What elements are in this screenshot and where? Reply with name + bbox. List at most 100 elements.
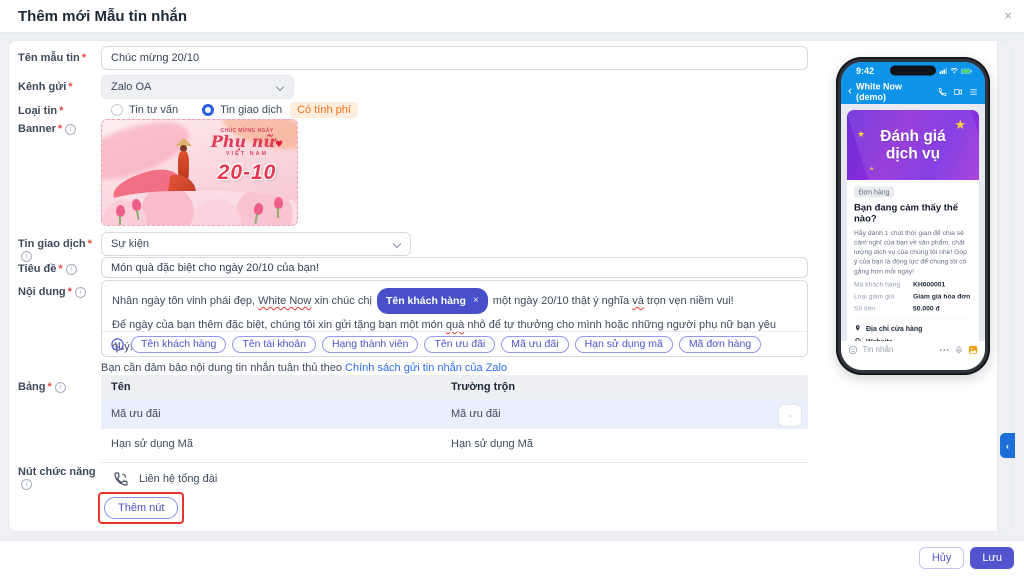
divider xyxy=(101,462,808,463)
remove-chip-icon[interactable]: × xyxy=(473,290,479,312)
content-editor[interactable]: Nhân ngày tôn vinh phái đẹp, White Now x… xyxy=(101,280,808,357)
info-icon xyxy=(65,124,77,135)
emoji-icon[interactable] xyxy=(110,337,125,352)
delete-row-button[interactable] xyxy=(778,404,802,427)
policy-note: Bạn cần đảm bảo nội dung tin nhắn tuân t… xyxy=(101,362,508,374)
merge-tag-chip[interactable]: Tên khách hàng × xyxy=(376,288,488,314)
info-icon xyxy=(54,382,66,393)
content-label: Nội dung * xyxy=(18,286,104,298)
banner-texts: CHÚC MỪNG NGÀY Phụ nữ♥ VIỆT NAM 20-10 xyxy=(210,128,284,184)
pin-icon xyxy=(855,325,860,331)
merge-field-offer-code[interactable]: Mã ưu đãi xyxy=(501,335,569,353)
merge-field-offer-name[interactable]: Tên ưu đãi xyxy=(424,335,496,353)
message-title: Bạn đang cảm thấy thế nào? xyxy=(854,202,958,225)
message-body: Hãy dành 1 chút thời gian để chia sẻ cảm… xyxy=(854,229,967,275)
subject-label: Tiêu đề * xyxy=(18,263,104,275)
chevron-down-icon xyxy=(275,82,285,92)
subject-input[interactable] xyxy=(101,257,808,278)
modal-header: Thêm mới Mẫu tin nhắn × xyxy=(0,0,1024,33)
merge-field-order-code[interactable]: Mã đơn hàng xyxy=(678,335,762,353)
phone-status-bar: 9:42 xyxy=(841,62,985,80)
radio-on-icon xyxy=(202,104,215,116)
channel-label: Kênh gửi * xyxy=(18,81,73,93)
info-icon xyxy=(74,287,86,298)
phone-chat-body: ★ ★ ★ Đánh giá dịch vụ Đơn hàng Bạn đang… xyxy=(841,104,985,370)
back-icon: ‹ xyxy=(848,84,852,98)
wifi-icon xyxy=(950,68,958,74)
banner-title-line1: Đánh giá xyxy=(880,127,946,145)
function-button-item[interactable]: Liên hệ tổng đài xyxy=(113,471,217,487)
template-name-input[interactable] xyxy=(101,46,808,70)
annotation-highlight: Thêm nút xyxy=(98,492,185,524)
add-button-button[interactable]: Thêm nút xyxy=(104,497,179,519)
link-store-address: Địa chỉ cửa hàng xyxy=(854,324,972,332)
phone-screen: 9:42 ‹ White Now (demo) ★ ★ ★ Đánh giá d… xyxy=(841,62,985,370)
banner-title-line2: dịch vụ xyxy=(885,144,941,162)
radio-off-icon xyxy=(111,104,123,116)
message-card: ★ ★ ★ Đánh giá dịch vụ Đơn hàng Bạn đang… xyxy=(847,110,979,367)
merge-field-code-expiry[interactable]: Hạn sử dụng mã xyxy=(574,335,673,353)
kv-row: Số tiền 50.000 đ xyxy=(854,304,940,312)
collapse-panel-button[interactable]: ‹ xyxy=(1000,433,1015,458)
banner-label: Banner * xyxy=(18,123,104,135)
star-icon: ★ xyxy=(954,117,966,132)
kv-row: Loại giảm giá Giảm giá hóa đơn xyxy=(854,292,971,300)
merge-field-member-tier[interactable]: Hạng thành viên xyxy=(321,335,419,353)
chevron-left-icon: ‹ xyxy=(1006,440,1009,451)
phone-preview: 9:42 ‹ White Now (demo) ★ ★ ★ Đánh giá d… xyxy=(836,57,990,375)
phone-call-icon xyxy=(114,472,128,486)
tulip-flower xyxy=(274,197,283,218)
merge-table: Tên Trường trộn Mã ưu đãi Mã ưu đãi Hạn … xyxy=(101,375,808,460)
more-dots-icon: ••• xyxy=(939,346,950,354)
close-icon[interactable]: × xyxy=(1004,8,1012,23)
template-name-label: Tên mẫu tin * xyxy=(18,52,87,64)
modal-footer: Hủy Lưu xyxy=(0,540,1024,576)
order-tag: Đơn hàng xyxy=(854,186,895,198)
call-icon xyxy=(938,88,947,96)
page-title: Thêm mới Mẫu tin nhắn xyxy=(18,8,187,25)
table-header: Tên Trường trộn xyxy=(101,375,808,399)
zalo-policy-link[interactable]: Chính sách gửi tin nhắn của Zalo xyxy=(345,362,507,374)
chevron-down-icon xyxy=(392,239,402,249)
message-type-label: Loại tin * xyxy=(18,105,64,117)
banner-image[interactable]: CHÚC MỪNG NGÀY Phụ nữ♥ VIỆT NAM 20-10 xyxy=(101,119,298,226)
signal-icon xyxy=(939,68,947,74)
table-row[interactable]: Mã ưu đãi Mã ưu đãi xyxy=(101,399,808,429)
fee-badge: Có tính phí xyxy=(290,102,358,118)
star-icon: ★ xyxy=(869,165,875,172)
info-icon xyxy=(65,264,77,275)
star-icon: ★ xyxy=(857,129,866,139)
cancel-button[interactable]: Hủy xyxy=(918,547,965,569)
table-row[interactable]: Hạn sử dụng Mã Hạn sử dụng Mã xyxy=(101,429,808,460)
oa-name: White Now (demo) xyxy=(856,81,902,103)
phone-notch xyxy=(890,65,936,76)
video-icon xyxy=(953,89,962,95)
battery-icon xyxy=(961,68,972,74)
mic-icon xyxy=(956,346,962,354)
emoji-icon xyxy=(848,345,858,355)
txn-type-select[interactable]: Sự kiện xyxy=(101,232,411,256)
merge-field-account-name[interactable]: Tên tài khoản xyxy=(232,335,316,353)
function-buttons-label: Nút chức năng xyxy=(18,466,104,490)
tulip-flower xyxy=(116,205,125,225)
status-icons xyxy=(939,68,973,74)
channel-select[interactable]: Zalo OA xyxy=(101,75,294,99)
status-time: 9:42 xyxy=(856,65,875,76)
txn-type-label: Tin giao dịch * xyxy=(18,238,104,262)
kv-row: Mã khách hàng KH000001 xyxy=(854,280,946,288)
editor-toolbar: Tên khách hàng Tên tài khoản Hạng thành … xyxy=(102,331,807,356)
phone-input-area: Tin nhắn ••• xyxy=(841,341,985,370)
trash-icon xyxy=(789,414,791,417)
banner-clouds xyxy=(102,191,297,225)
merge-field-customer-name[interactable]: Tên khách hàng xyxy=(131,335,227,353)
radio-consult[interactable]: Tin tư vấn xyxy=(111,104,178,116)
message-banner: ★ ★ ★ Đánh giá dịch vụ xyxy=(847,110,979,180)
message-input-placeholder: Tin nhắn xyxy=(862,345,894,355)
table-label: Bảng * xyxy=(18,381,104,393)
info-icon xyxy=(21,251,32,262)
save-button[interactable]: Lưu xyxy=(970,547,1014,569)
radio-transaction[interactable]: Tin giao dịch xyxy=(202,104,282,116)
chat-header-icons xyxy=(938,88,978,97)
phone-chat-header: ‹ White Now (demo) xyxy=(841,80,985,104)
menu-list-icon xyxy=(970,89,977,95)
